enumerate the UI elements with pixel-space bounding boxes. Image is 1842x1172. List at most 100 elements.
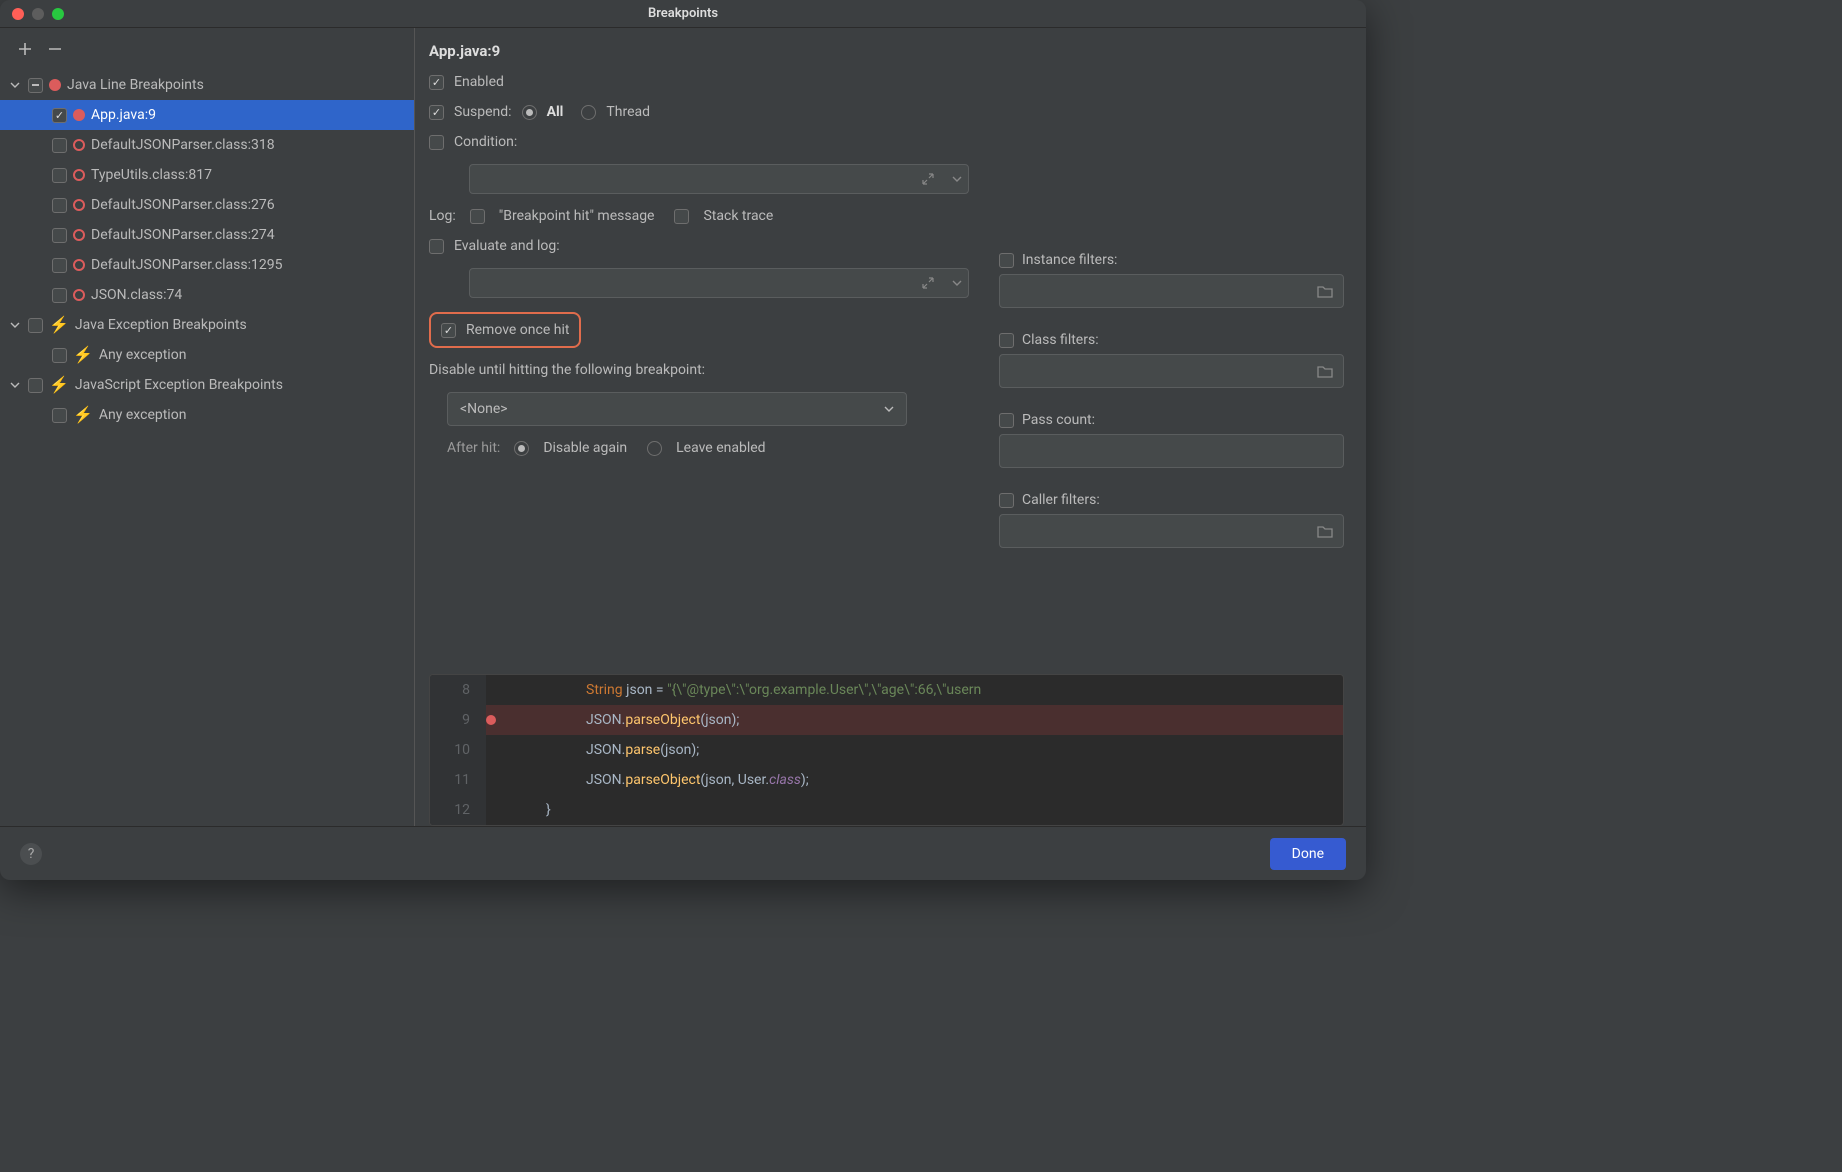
tree-item[interactable]: ⚡Any exception [0, 340, 414, 370]
item-label: JSON.class:74 [91, 287, 182, 303]
item-enable-checkbox[interactable] [52, 228, 67, 243]
after-hit-leave-radio[interactable] [647, 441, 662, 456]
category-enable-checkbox[interactable] [28, 318, 43, 333]
chevron-down-icon[interactable] [952, 278, 962, 288]
chevron-down-icon[interactable] [952, 174, 962, 184]
window-controls [12, 8, 64, 20]
suspend-all-radio[interactable] [522, 105, 537, 120]
instance-filters-checkbox[interactable] [999, 253, 1014, 268]
sidebar-toolbar [0, 32, 414, 66]
code-line: 11JSON.parseObject(json, User.class); [430, 765, 1343, 795]
tree-category[interactable]: Java Line Breakpoints [0, 70, 414, 100]
gutter: 9 [430, 705, 486, 735]
suspend-checkbox[interactable] [429, 105, 444, 120]
caller-filters-field[interactable] [999, 514, 1344, 548]
suspend-thread-radio[interactable] [581, 105, 596, 120]
minimize-icon[interactable] [32, 8, 44, 20]
tree-category[interactable]: ⚡Java Exception Breakpoints [0, 310, 414, 340]
condition-checkbox[interactable] [429, 135, 444, 150]
item-enable-checkbox[interactable] [52, 108, 67, 123]
item-enable-checkbox[interactable] [52, 138, 67, 153]
item-enable-checkbox[interactable] [52, 288, 67, 303]
code-text: JSON.parseObject(json); [486, 712, 1343, 728]
tree-item[interactable]: ⚡Any exception [0, 400, 414, 430]
chevron-down-icon[interactable] [8, 80, 22, 90]
expand-icon[interactable] [922, 277, 934, 289]
after-hit-disable-radio[interactable] [514, 441, 529, 456]
details-title: App.java:9 [429, 42, 1344, 60]
class-filters-label: Class filters: [1022, 332, 1099, 348]
remove-once-hit-label: Remove once hit [466, 322, 569, 338]
code-text: JSON.parse(json); [486, 742, 1343, 758]
remove-once-hit-highlight: Remove once hit [429, 312, 581, 348]
disable-until-value: <None> [460, 401, 508, 417]
chevron-down-icon[interactable] [8, 380, 22, 390]
breakpoint-hollow-icon [73, 229, 85, 241]
tree-item[interactable]: DefaultJSONParser.class:274 [0, 220, 414, 250]
class-filters-field[interactable] [999, 354, 1344, 388]
class-filters-checkbox[interactable] [999, 333, 1014, 348]
item-label: DefaultJSONParser.class:274 [91, 227, 275, 243]
log-message-checkbox[interactable] [470, 209, 485, 224]
expand-icon[interactable] [922, 173, 934, 185]
close-icon[interactable] [12, 8, 24, 20]
folder-icon[interactable] [1317, 284, 1333, 298]
eval-log-field[interactable] [469, 268, 969, 298]
after-hit-disable-label: Disable again [543, 440, 627, 456]
item-enable-checkbox[interactable] [52, 348, 67, 363]
enabled-label: Enabled [454, 74, 504, 90]
instance-filters-field[interactable] [999, 274, 1344, 308]
breakpoints-sidebar: Java Line BreakpointsApp.java:9DefaultJS… [0, 28, 415, 826]
pass-count-label: Pass count: [1022, 412, 1095, 428]
category-label: Java Exception Breakpoints [75, 317, 247, 333]
help-button[interactable]: ? [20, 843, 42, 865]
add-icon[interactable] [18, 42, 32, 56]
item-label: TypeUtils.class:817 [91, 167, 212, 183]
breakpoints-dialog: Breakpoints Java Line BreakpointsApp.jav… [0, 0, 1366, 880]
folder-icon[interactable] [1317, 364, 1333, 378]
code-line: 10JSON.parse(json); [430, 735, 1343, 765]
done-button[interactable]: Done [1270, 838, 1346, 870]
dialog-body: Java Line BreakpointsApp.java:9DefaultJS… [0, 28, 1366, 826]
breakpoint-dot-icon [49, 79, 61, 91]
tree-item[interactable]: DefaultJSONParser.class:276 [0, 190, 414, 220]
caller-filters-checkbox[interactable] [999, 493, 1014, 508]
enabled-checkbox[interactable] [429, 75, 444, 90]
item-enable-checkbox[interactable] [52, 258, 67, 273]
item-enable-checkbox[interactable] [52, 408, 67, 423]
log-stack-checkbox[interactable] [674, 209, 689, 224]
tree-item[interactable]: JSON.class:74 [0, 280, 414, 310]
code-line: 12} [430, 795, 1343, 825]
eval-log-checkbox[interactable] [429, 239, 444, 254]
remove-icon[interactable] [48, 42, 62, 56]
condition-field[interactable] [469, 164, 969, 194]
chevron-down-icon[interactable] [8, 320, 22, 330]
breakpoints-tree[interactable]: Java Line BreakpointsApp.java:9DefaultJS… [0, 66, 414, 826]
category-enable-checkbox[interactable] [28, 378, 43, 393]
remove-once-hit-checkbox[interactable] [441, 323, 456, 338]
item-enable-checkbox[interactable] [52, 168, 67, 183]
suspend-label: Suspend: [454, 104, 512, 120]
gutter: 11 [430, 765, 486, 795]
category-enable-checkbox[interactable] [28, 78, 43, 93]
after-hit-leave-label: Leave enabled [676, 440, 765, 456]
tree-item[interactable]: App.java:9 [0, 100, 414, 130]
tree-item[interactable]: DefaultJSONParser.class:1295 [0, 250, 414, 280]
tree-item[interactable]: DefaultJSONParser.class:318 [0, 130, 414, 160]
titlebar: Breakpoints [0, 0, 1366, 28]
maximize-icon[interactable] [52, 8, 64, 20]
pass-count-checkbox[interactable] [999, 413, 1014, 428]
after-hit-label: After hit: [447, 440, 500, 456]
disable-until-select[interactable]: <None> [447, 392, 907, 426]
pass-count-field[interactable] [999, 434, 1344, 468]
breakpoint-hollow-icon [73, 169, 85, 181]
window-title: Breakpoints [648, 6, 718, 21]
tree-item[interactable]: TypeUtils.class:817 [0, 160, 414, 190]
item-label: Any exception [99, 347, 187, 363]
breakpoint-hollow-icon [73, 199, 85, 211]
folder-icon[interactable] [1317, 524, 1333, 538]
item-enable-checkbox[interactable] [52, 198, 67, 213]
tree-category[interactable]: ⚡JavaScript Exception Breakpoints [0, 370, 414, 400]
caller-filters-label: Caller filters: [1022, 492, 1100, 508]
gutter: 12 [430, 795, 486, 825]
